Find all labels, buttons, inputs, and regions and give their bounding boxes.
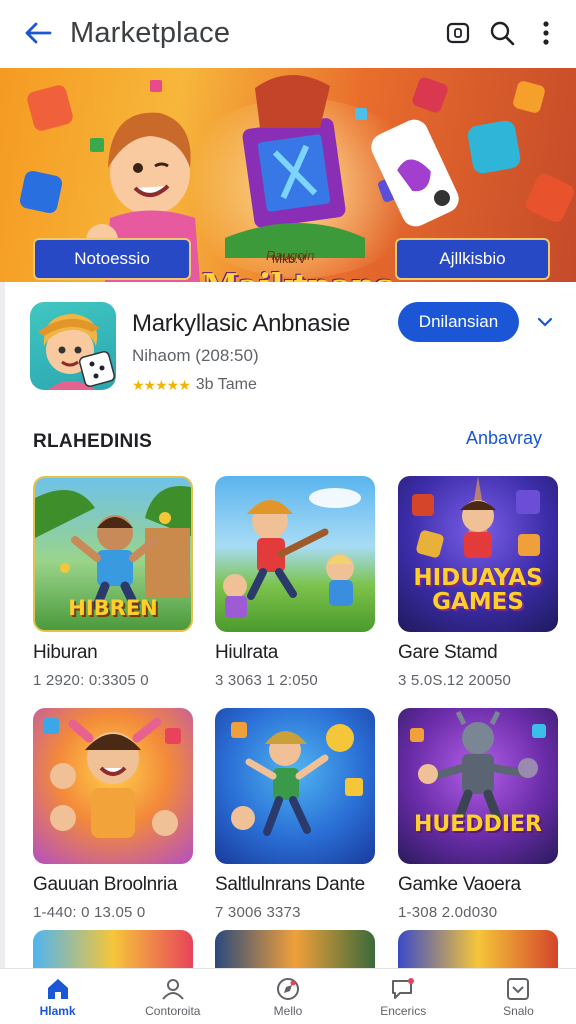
app-thumbnail[interactable] bbox=[215, 476, 375, 632]
nav-label: Contoroita bbox=[145, 1004, 201, 1018]
banner-right-button[interactable]: Ajllkisbio bbox=[395, 238, 550, 280]
nav-label: Hlamk bbox=[39, 1004, 76, 1018]
download-box-icon bbox=[507, 978, 530, 1000]
section-title: RLAHEDINIS bbox=[33, 431, 153, 452]
app-thumbnail[interactable] bbox=[33, 930, 193, 970]
back-arrow-icon[interactable] bbox=[18, 13, 58, 53]
app-card-meta: 1 2920: 0:3305 0 bbox=[33, 672, 149, 689]
app-card[interactable] bbox=[398, 930, 558, 970]
app-card[interactable]: Saltlulnrans Dante 7 3006 3373 bbox=[215, 708, 375, 921]
home-icon bbox=[47, 979, 68, 999]
app-card-name: Gamke Vaoera bbox=[398, 874, 521, 895]
app-thumbnail[interactable]: HIDUAYAS GAMES bbox=[398, 476, 558, 632]
app-icon[interactable] bbox=[30, 302, 116, 390]
nav-item-messages[interactable]: Encerics bbox=[346, 969, 461, 1024]
app-thumbnail[interactable]: HIBREN bbox=[33, 476, 193, 632]
banner-logo-main: Maiktpans bbox=[202, 266, 394, 282]
app-thumbnail[interactable] bbox=[215, 708, 375, 864]
app-card-name: Gauuan Broolnria bbox=[33, 874, 178, 895]
app-card[interactable] bbox=[33, 930, 193, 970]
nav-item-home[interactable]: Hlamk bbox=[0, 969, 115, 1024]
app-card-meta: 3 3063 1 2:050 bbox=[215, 672, 318, 689]
app-card[interactable] bbox=[215, 930, 375, 970]
left-edge-strip bbox=[0, 282, 5, 972]
chevron-down-icon[interactable] bbox=[533, 310, 557, 334]
app-rating-text: 3b Tame bbox=[195, 376, 257, 393]
thumbnail-caption: HIDUAYAS GAMES bbox=[413, 565, 543, 615]
more-vert-icon[interactable] bbox=[524, 11, 568, 55]
app-card-name: Hiburan bbox=[33, 642, 98, 663]
app-card[interactable]: Hiulrata 3 3063 1 2:050 bbox=[215, 476, 375, 689]
app-thumbnail[interactable] bbox=[398, 930, 558, 970]
chat-bubble-icon bbox=[392, 978, 415, 999]
app-card-meta: 3 5.0S.12 20050 bbox=[398, 672, 512, 689]
app-name: Markyllasic Anbnasie bbox=[132, 310, 351, 337]
banner-logo-sub: Mkb.V bbox=[272, 252, 307, 266]
banner-left-button[interactable]: Notoessio bbox=[33, 238, 191, 280]
top-app-bar: Marketplace bbox=[0, 0, 576, 66]
app-card-name: Hiulrata bbox=[215, 642, 279, 663]
section-see-all-link[interactable]: Anbavray bbox=[466, 428, 542, 449]
app-card-name: Gare Stamd bbox=[398, 642, 498, 663]
app-card[interactable]: HIDUAYAS GAMES Gare Stamd 3 5.0S.12 2005… bbox=[398, 476, 558, 689]
install-button[interactable]: Dnilansian bbox=[398, 302, 519, 342]
thumbnail-caption: HUEDDIER bbox=[414, 812, 542, 837]
app-thumbnail[interactable] bbox=[33, 708, 193, 864]
app-card[interactable]: Gauuan Broolnria 1-440: 0 13.05 0 bbox=[33, 708, 193, 921]
app-card-meta: 7 3006 3373 bbox=[215, 904, 301, 921]
search-icon[interactable] bbox=[480, 11, 524, 55]
app-card[interactable]: HIBREN Hiburan 1 2920: 0:3305 0 bbox=[33, 476, 193, 689]
app-thumbnail[interactable]: HUEDDIER bbox=[398, 708, 558, 864]
app-header: Markyllasic Anbnasie Nihaom (208:50) ★★★… bbox=[30, 300, 560, 400]
nav-item-contacts[interactable]: Contoroita bbox=[115, 969, 230, 1024]
nav-label: Snalo bbox=[503, 1004, 534, 1018]
app-thumbnail[interactable] bbox=[215, 930, 375, 970]
star-rating-icon: ★★★★★ bbox=[132, 376, 191, 393]
screenshot-icon[interactable] bbox=[436, 11, 480, 55]
nav-item-downloads[interactable]: Snalo bbox=[461, 969, 576, 1024]
app-card-meta: 1-440: 0 13.05 0 bbox=[33, 904, 146, 921]
compass-icon bbox=[277, 978, 299, 1000]
app-subtitle: Nihaom (208:50) bbox=[132, 346, 259, 365]
app-card-name: Saltlulnrans Dante bbox=[215, 874, 365, 895]
app-card[interactable]: HUEDDIER Gamke Vaoera 1-308 2.0d030 bbox=[398, 708, 558, 921]
page-title: Marketplace bbox=[70, 16, 231, 49]
app-card-meta: 1-308 2.0d030 bbox=[398, 904, 498, 921]
bottom-navigation: Hlamk Contoroita Mello Encerics Snalo bbox=[0, 968, 576, 1024]
app-rating: ★★★★★ 3b Tame bbox=[132, 376, 257, 394]
person-icon bbox=[162, 979, 184, 1000]
nav-label: Mello bbox=[273, 1004, 303, 1018]
thumbnail-caption: HIBREN bbox=[68, 596, 158, 620]
nav-label: Encerics bbox=[380, 1004, 427, 1018]
nav-item-explore[interactable]: Mello bbox=[230, 969, 345, 1024]
